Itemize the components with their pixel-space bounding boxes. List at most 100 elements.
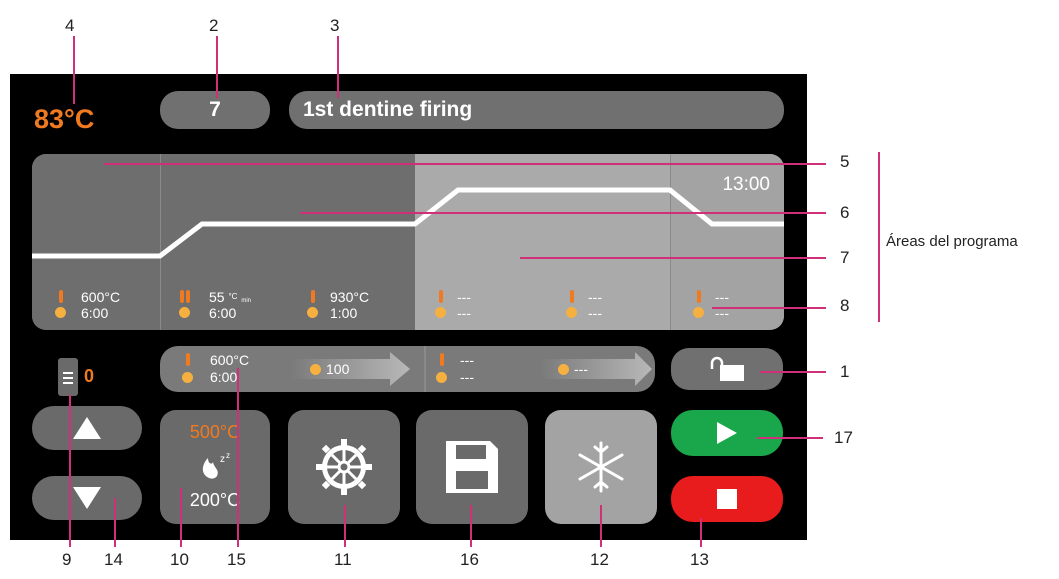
- stop-button[interactable]: [671, 476, 783, 522]
- segment-temp: ---: [588, 289, 602, 305]
- firing-curve: [32, 187, 784, 259]
- callout-1: 1: [840, 362, 850, 381]
- areas-bracket: [878, 152, 880, 322]
- rate-icon: [180, 290, 184, 303]
- lock-button[interactable]: [671, 348, 783, 390]
- callout-2: 2: [209, 16, 219, 35]
- step1-time: 6:00: [210, 369, 238, 385]
- callout-line: [344, 505, 346, 547]
- callout-line: [114, 498, 116, 547]
- segment-time: 1:00: [330, 305, 358, 321]
- callout-14: 14: [104, 550, 123, 569]
- rate-value: 55: [209, 289, 225, 305]
- current-temperature: 83°C: [34, 104, 95, 134]
- segment-time: ---: [457, 305, 471, 321]
- gear-icon: [316, 439, 372, 495]
- callout-8: 8: [840, 296, 850, 315]
- callout-16: 16: [460, 550, 479, 569]
- standby-bottom-temp: 200°C: [189, 490, 241, 510]
- snowflake-icon: [578, 441, 624, 493]
- step1-temp: 600°C: [210, 352, 250, 368]
- callout-7: 7: [840, 248, 850, 267]
- clock-icon: [435, 307, 446, 318]
- step1-vacuum: 100: [326, 361, 350, 377]
- step-bar[interactable]: 600°C 6:00 100 --- --- ---: [160, 346, 655, 392]
- segment-temp: 930°C: [330, 289, 370, 305]
- clock-icon: [566, 307, 577, 318]
- standby-button[interactable]: 500°C z z 200°C: [160, 410, 270, 524]
- callout-line: [337, 36, 339, 98]
- tray-icon: [58, 358, 78, 396]
- callout-line: [470, 505, 472, 547]
- arrow-down-icon: [73, 487, 101, 509]
- clock-icon: [436, 372, 447, 383]
- segment-time: 6:00: [81, 305, 109, 321]
- clock-icon: [693, 307, 704, 318]
- rate-unit: °C: [228, 292, 238, 301]
- flame-icon: z z: [202, 451, 230, 479]
- callout-line: [700, 518, 702, 547]
- arrow-up-button[interactable]: [32, 406, 142, 450]
- vacuum-icon: [310, 364, 321, 375]
- callout-9: 9: [62, 550, 72, 569]
- lock-open-icon: [710, 356, 744, 381]
- callout-17: 17: [834, 428, 853, 447]
- callout-line: [600, 505, 602, 547]
- program-area[interactable]: 13:00 600°C 6:00 55 °C min 6:00 930°C 1:…: [32, 154, 784, 330]
- thermometer-icon: [59, 290, 63, 303]
- step2-time: ---: [460, 369, 474, 385]
- areas-label: Áreas del programa: [886, 233, 1018, 250]
- rate-icon: [186, 290, 190, 303]
- callout-5: 5: [840, 152, 850, 171]
- callout-line: [73, 36, 75, 104]
- callout-11: 11: [334, 550, 352, 569]
- total-time: 13:00: [722, 174, 770, 195]
- callout-13: 13: [690, 550, 709, 569]
- callout-15: 15: [227, 550, 246, 569]
- rate-sub: min: [241, 298, 252, 304]
- callout-line: [216, 36, 218, 98]
- callout-line: [757, 437, 823, 439]
- arrow-down-button[interactable]: [32, 476, 142, 520]
- callout-3: 3: [330, 16, 340, 35]
- clock-icon: [182, 372, 193, 383]
- segment-time: ---: [588, 305, 602, 321]
- play-icon: [717, 422, 737, 444]
- tray-counter: 0: [84, 366, 95, 386]
- callout-10: 10: [170, 550, 189, 569]
- thermometer-icon: [311, 290, 315, 303]
- save-button[interactable]: [416, 410, 528, 524]
- callout-line: [69, 395, 71, 547]
- stop-icon: [717, 489, 737, 509]
- segment-temp: ---: [457, 289, 471, 305]
- thermometer-icon: [440, 353, 444, 366]
- step2-temp: ---: [460, 352, 474, 368]
- clock-icon: [55, 307, 66, 318]
- clock-icon: [179, 307, 190, 318]
- callout-line: [237, 368, 239, 547]
- callout-line: [180, 488, 182, 547]
- step2-vacuum: ---: [574, 361, 588, 377]
- segment-temp: 600°C: [81, 289, 121, 305]
- svg-text:z: z: [226, 451, 230, 460]
- callout-line: [760, 371, 826, 373]
- standby-top-temp: 500°C: [189, 422, 241, 442]
- callout-4: 4: [65, 16, 75, 35]
- callout-line: [104, 163, 826, 165]
- program-name-field[interactable]: 1st dentine firing: [289, 91, 784, 129]
- segment-temp: ---: [715, 289, 729, 305]
- vacuum-icon: [558, 364, 569, 375]
- floppy-disk-icon: [446, 441, 498, 493]
- program-number-button[interactable]: 7: [160, 91, 270, 129]
- start-button[interactable]: [671, 410, 783, 456]
- touch-screen: 83°C 7 1st dentine firing 13:00 600°C 6:…: [10, 74, 807, 540]
- clock-icon: [307, 307, 318, 318]
- svg-text:z: z: [220, 454, 225, 465]
- segment-time: 6:00: [209, 305, 237, 321]
- thermometer-icon: [439, 290, 443, 303]
- callout-line: [520, 257, 826, 259]
- callout-line: [712, 307, 826, 309]
- callout-6: 6: [840, 203, 850, 222]
- callout-line: [300, 212, 826, 214]
- thermometer-icon: [570, 290, 574, 303]
